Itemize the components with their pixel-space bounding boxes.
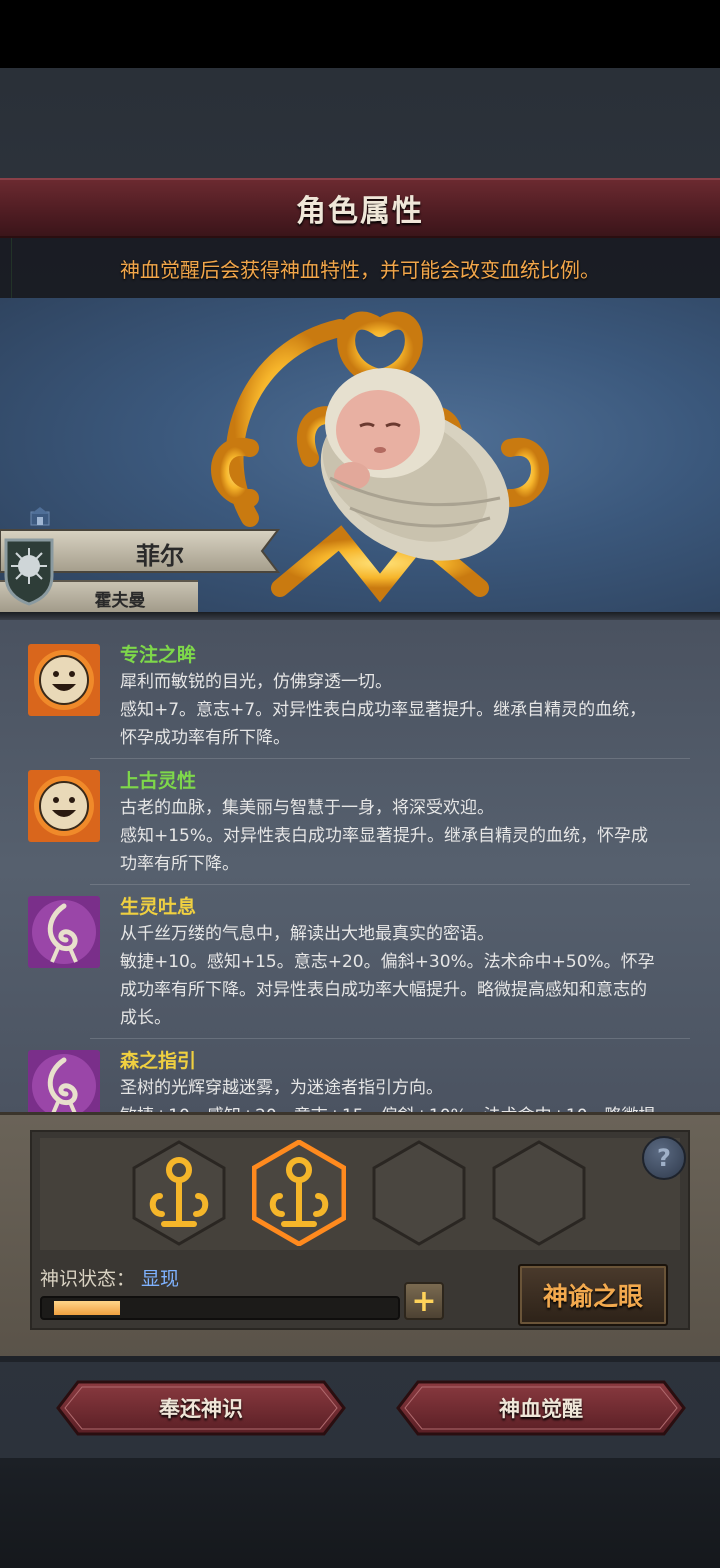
trait-desc-line: 感知+15%。对异性表白成功率显著提升。继承自精灵的血统，怀孕成 [120,826,649,846]
trait-separator [90,884,690,885]
swaddled-baby-icon [320,368,510,561]
status-bar-area [0,0,720,68]
trait-name: 森之指引 [120,1050,197,1072]
status-value: 显现 [141,1268,180,1290]
divine-sense-status: 神识状态： 显现 [40,1264,179,1291]
section-divider [0,1356,720,1362]
spirit-breath-icon [28,896,100,968]
trait-desc-line: 犀利而敏锐的目光，仿佛穿透一切。 [120,672,392,692]
sigil-slot-2[interactable] [252,1140,346,1246]
trait-description: 古老的血脉，集美丽与智慧于一身，将深受欢迎。 感知+15%。对异性表白成功率显著… [120,794,694,878]
add-divine-sense-button[interactable]: + [404,1282,444,1320]
trait-name: 专注之眸 [120,644,197,666]
trait-desc-line: 圣树的光辉穿越迷雾，为迷途者指引方向。 [120,1078,443,1098]
trait-description: 圣树的光辉穿越迷雾，为迷途者指引方向。 敏捷+10。感知+20。意志+15。偏斜… [120,1074,694,1114]
return-divine-sense-label: 奉还神识 [159,1397,243,1421]
sigil-slot-1[interactable] [132,1140,226,1246]
trait-desc-line: 成长。 [120,1008,171,1028]
help-button[interactable]: ? [642,1136,686,1180]
trait-description: 从千丝万缕的气息中，解读出大地最真实的密语。 敏捷+10。感知+15。意志+20… [120,920,694,1032]
trait-separator [90,1038,690,1039]
page-title: 角色属性 [296,194,424,229]
trait-desc-line: 敏捷+10。感知+15。意志+20。偏斜+30%。法术命中+50%。怀孕 [120,952,655,972]
trait-desc-line: 怀孕成功率有所下降。 [120,728,290,748]
trait-item[interactable]: 森之指引 圣树的光辉穿越迷雾，为迷途者指引方向。 敏捷+10。感知+20。意志+… [28,1046,696,1114]
section-divider [0,612,720,620]
trait-separator [90,758,690,759]
progress-fill [54,1301,120,1315]
trait-description: 犀利而敏锐的目光，仿佛穿透一切。 感知+7。意志+7。对异性表白成功率显著提升。… [120,668,694,752]
trait-item[interactable]: 上古灵性 古老的血脉，集美丽与智慧于一身，将深受欢迎。 感知+15%。对异性表白… [28,766,696,886]
hint-strip: 神血觉醒后会获得神血特性，并可能会改变血统比例。 [0,238,720,298]
smiley-face-icon [28,644,100,716]
family-name: 霍夫曼 [94,591,146,611]
status-label: 神识状态： [40,1268,136,1290]
family-crest-icon[interactable] [2,536,56,606]
trait-name: 生灵吐息 [120,896,197,918]
home-icon[interactable] [30,506,50,526]
smiley-face-icon [28,770,100,842]
trait-desc-line: 感知+7。意志+7。对异性表白成功率显著提升。继承自精灵的血统， [120,700,647,720]
character-name: 菲尔 [136,542,184,570]
trait-desc-line: 古老的血脉，集美丽与智慧于一身，将深受欢迎。 [120,798,494,818]
oracle-eye-button[interactable]: 神谕之眼 [518,1264,668,1326]
trait-desc-line: 从千丝万缕的气息中，解读出大地最真实的密语。 [120,924,494,944]
trait-item[interactable]: 生灵吐息 从千丝万缕的气息中，解读出大地最真实的密语。 敏捷+10。感知+15。… [28,892,696,1040]
spirit-breath-icon [28,1050,100,1114]
title-bar: 角色属性 [0,178,720,238]
trait-name: 上古灵性 [120,770,197,792]
blood-awakening-label: 神血觉醒 [499,1397,583,1421]
sigil-slot-4[interactable] [492,1140,586,1246]
trait-list[interactable]: 专注之眸 犀利而敏锐的目光，仿佛穿透一切。 感知+7。意志+7。对异性表白成功率… [0,620,720,1114]
trait-item[interactable]: 专注之眸 犀利而敏锐的目光，仿佛穿透一切。 感知+7。意志+7。对异性表白成功率… [28,640,696,760]
bottom-area [0,1458,720,1568]
sigil-slot-3[interactable] [372,1140,466,1246]
trait-desc-line: 功率有所下降。 [120,854,239,874]
trait-desc-line: 成功率有所下降。对异性表白成功率大幅提升。略微提高感知和意志的 [120,980,647,1000]
awakening-hint: 神血觉醒后会获得神血特性，并可能会改变血统比例。 [120,257,600,282]
